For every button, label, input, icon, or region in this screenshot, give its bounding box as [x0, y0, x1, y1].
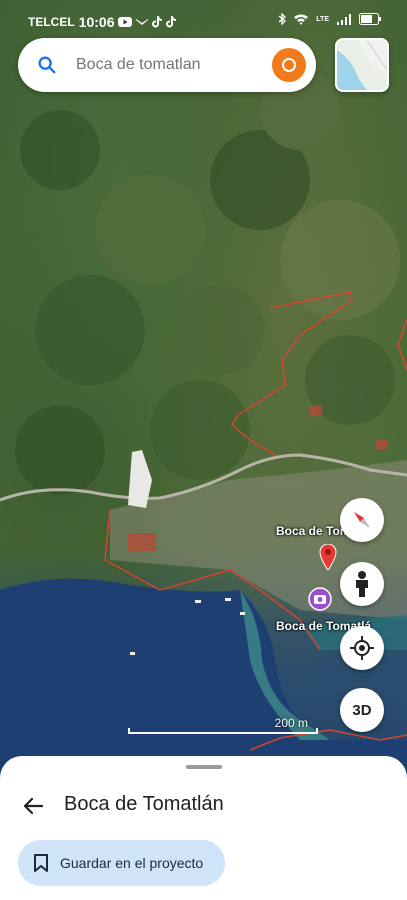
tiktok-icon — [152, 16, 163, 28]
profile-icon — [282, 58, 296, 72]
bookmark-icon — [34, 854, 48, 872]
3d-toggle-button[interactable]: 3D — [340, 688, 384, 732]
wifi-icon — [294, 14, 309, 25]
network-type-label: LTE — [316, 15, 329, 23]
pegman-icon — [356, 571, 368, 597]
save-to-project-label: Guardar en el proyecto — [60, 855, 204, 871]
my-location-icon — [350, 636, 374, 660]
place-title: Boca de Tomatlán — [64, 793, 224, 815]
drag-handle[interactable] — [186, 765, 222, 769]
map-scale: 200 m — [128, 716, 318, 736]
mail-icon — [136, 19, 149, 25]
bluetooth-icon — [278, 13, 287, 25]
carrier-label: TELCEL — [28, 15, 75, 29]
signal-icon — [337, 13, 351, 25]
save-to-project-button[interactable]: Guardar en el proyecto — [18, 840, 225, 886]
tiktok-icon — [166, 16, 177, 28]
back-arrow-icon[interactable] — [18, 791, 48, 821]
map-layers-button[interactable] — [335, 38, 389, 92]
map-pin-icon[interactable] — [319, 544, 337, 572]
profile-button[interactable] — [272, 48, 306, 82]
map-thumbnail-icon — [337, 40, 387, 90]
search-icon[interactable] — [36, 54, 58, 76]
status-bar: TELCEL 10:06 LTE — [0, 0, 407, 40]
compass-icon — [354, 512, 370, 528]
camera-icon[interactable] — [308, 587, 332, 611]
street-view-button[interactable] — [340, 562, 384, 606]
my-location-button[interactable] — [340, 626, 384, 670]
battery-icon — [359, 13, 381, 25]
scale-bar — [128, 728, 318, 734]
youtube-icon — [118, 17, 133, 27]
search-input[interactable]: Boca de tomatlan — [76, 56, 201, 74]
bottom-sheet[interactable]: Boca de Tomatlán Guardar en el proyecto — [0, 756, 407, 900]
place-label-top[interactable]: Boca de Tom — [276, 524, 350, 538]
clock: 10:06 — [78, 14, 115, 30]
search-bar[interactable]: Boca de tomatlan — [18, 38, 316, 92]
compass-button[interactable] — [340, 498, 384, 542]
